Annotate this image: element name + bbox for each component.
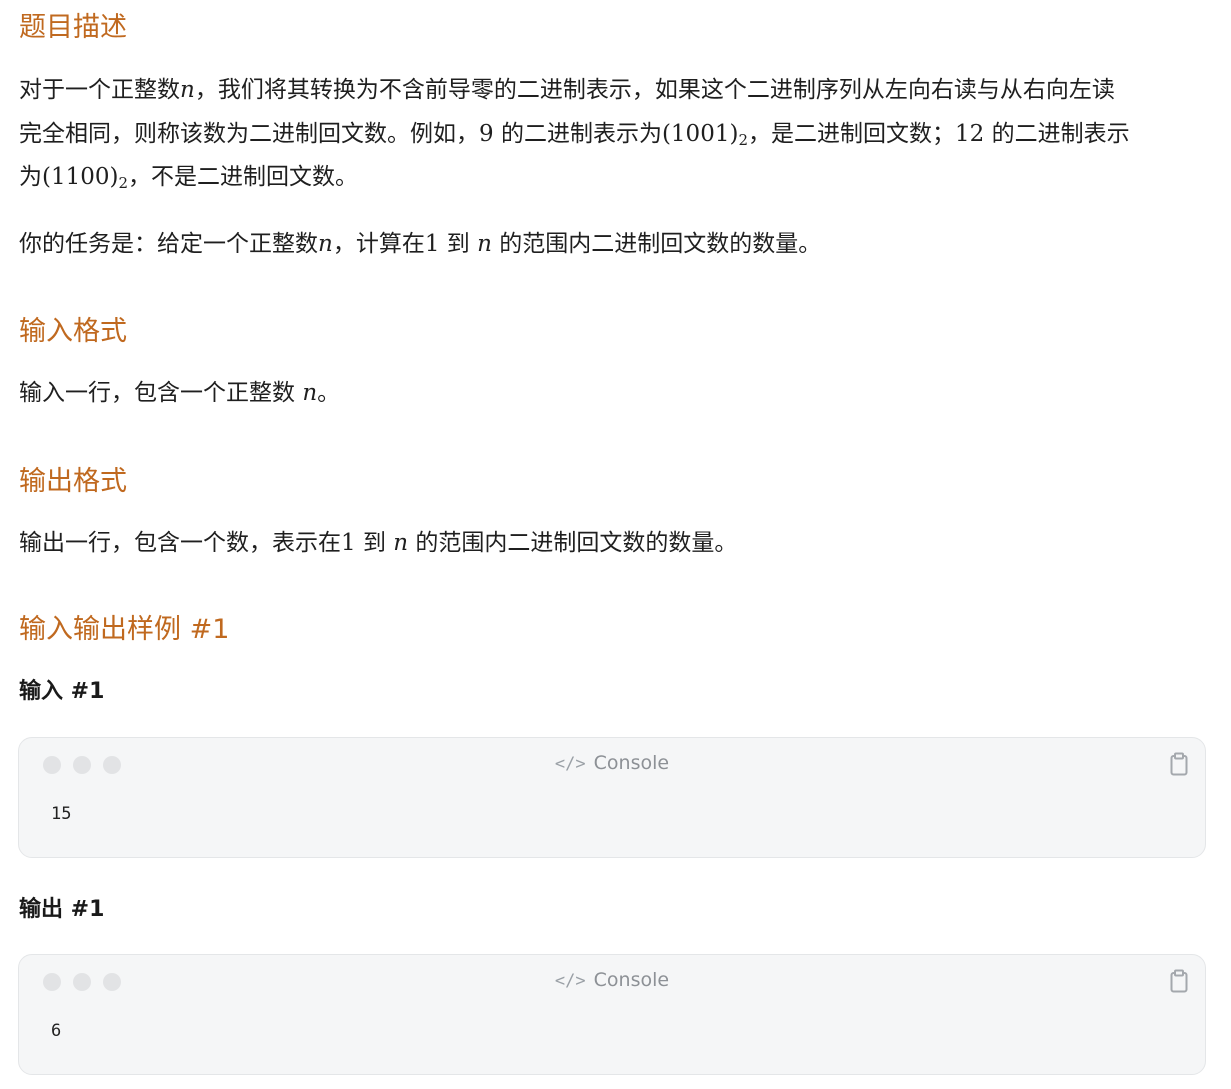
input-value: 15 [51, 804, 72, 824]
description-heading: 题目描述 [19, 12, 127, 43]
clipboard-icon[interactable] [1170, 752, 1188, 776]
problem-page: 题目描述 对于一个正整数n，我们将其转换为不含前导零的二进制表示，如果这个二进制… [0, 0, 1231, 1089]
sample-input-label: 输入 #1 [19, 679, 105, 704]
code-icon: </> [554, 754, 586, 774]
input-format-heading: 输入格式 [19, 316, 127, 347]
output-format-text: 输出一行，包含一个数，表示在1 到 n 的范围内二进制回文数的数量。 [19, 530, 738, 556]
input-console: </> Console 15 [18, 737, 1206, 858]
description-line-3: 为(1100)2，不是二进制回文数。 [19, 164, 359, 192]
output-format-heading: 输出格式 [19, 466, 127, 497]
input-format-text: 输入一行，包含一个正整数 n。 [19, 380, 341, 406]
description-line-1: 对于一个正整数n，我们将其转换为不含前导零的二进制表示，如果这个二进制序列从左向… [19, 77, 1115, 103]
sample-heading: 输入输出样例 #1 [19, 614, 230, 645]
task-statement: 你的任务是：给定一个正整数n，计算在1 到 n 的范围内二进制回文数的数量。 [19, 231, 822, 257]
clipboard-icon[interactable] [1170, 969, 1188, 993]
output-console: </> Console 6 [18, 954, 1206, 1075]
code-icon: </> [554, 971, 586, 991]
output-value: 6 [51, 1021, 62, 1041]
console-title: </> Console [554, 752, 670, 774]
description-line-2: 完全相同，则称该数为二进制回文数。例如，9 的二进制表示为(1001)2，是二进… [19, 121, 1130, 149]
console-title: </> Console [554, 969, 670, 991]
sample-output-label: 输出 #1 [19, 897, 105, 922]
